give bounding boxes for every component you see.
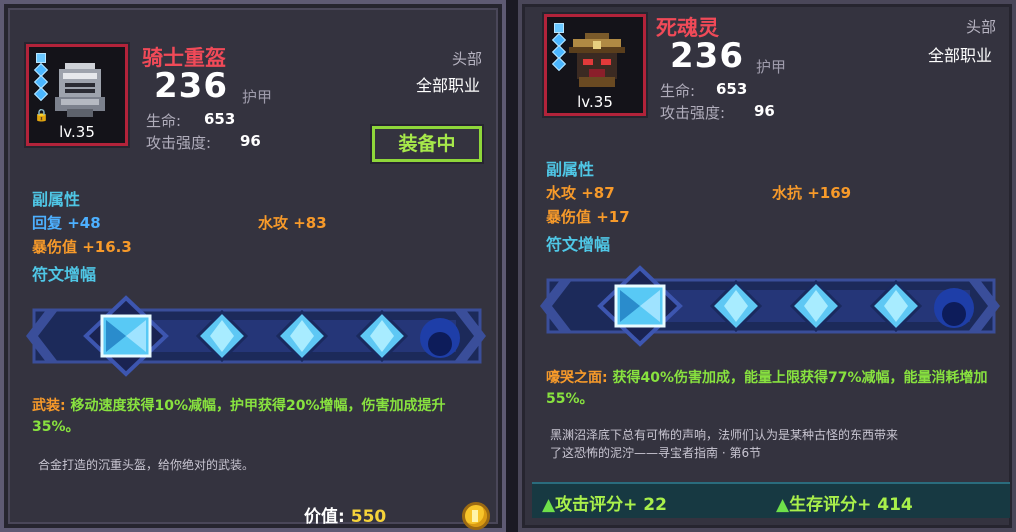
rune-track xyxy=(540,265,1000,347)
set-effect: 嚎哭之面: 获得40%伤害加成，能量上限获得77%减幅，能量消耗增加55%。 xyxy=(546,368,994,410)
rarity-gems-icon xyxy=(33,53,49,102)
set-effect: 武装: 移动速度获得10%减幅，护甲获得20%增幅，伤害加成提升35%。 xyxy=(32,396,480,438)
rune-empty-socket-icon xyxy=(934,288,974,328)
item-portrait[interactable]: lv.35 xyxy=(544,14,646,116)
set-effect-name: 武装: xyxy=(32,398,66,414)
item-lore: 合金打造的沉重头盔，给你绝对的武装。 xyxy=(38,458,255,472)
set-effect-name: 嚎哭之面: xyxy=(546,370,608,386)
sub-attr-crit-damage: 暴伤值 +17 xyxy=(546,208,630,226)
item-slot: 头部 xyxy=(452,50,483,68)
armor-value: 236 xyxy=(154,66,228,106)
rarity-gems-icon xyxy=(551,23,567,72)
value-amount: 550 xyxy=(350,507,387,527)
sub-attr-water-attack: 水攻 +87 xyxy=(546,184,615,202)
left-item-card: 🔒 lv.35 骑士重盔 236 护甲 头部 全部职业 生命: 653 攻击强度… xyxy=(0,0,506,532)
survival-score-text: 生存评分+ 414 xyxy=(789,495,913,515)
equipped-badge[interactable]: 装备中 xyxy=(372,126,482,162)
item-level: lv.35 xyxy=(59,123,95,141)
rune-empty-socket-icon xyxy=(420,318,460,358)
set-effect-text: 移动速度获得10%减幅，护甲获得20%增幅，伤害加成提升35%。 xyxy=(32,398,446,435)
stat-attack-value: 96 xyxy=(240,132,261,150)
stat-attack-label: 攻击强度: xyxy=(146,134,212,152)
stat-hp-value: 653 xyxy=(716,80,748,98)
knight-helmet-icon xyxy=(55,63,105,117)
armor-value: 236 xyxy=(670,36,744,76)
item-lore-line-2: 了这恐怖的泥泞——寻宝者指南 · 第6节 xyxy=(550,446,762,460)
item-lore-line-1: 黑渊沼泽底下总有可怖的声响，法师们认为是某种古怪的东西带来 xyxy=(550,428,899,442)
item-value: 价值: 550 xyxy=(304,502,386,527)
stat-hp-label: 生命: xyxy=(146,112,182,130)
sub-attr-water-attack: 水攻 +83 xyxy=(258,214,327,232)
sub-attr-crit-damage: 暴伤值 +16.3 xyxy=(32,238,132,256)
score-comparison-bar: ▲攻击评分+ 22 ▲生存评分+ 414 xyxy=(532,482,1010,518)
coin-icon xyxy=(462,502,490,530)
armor-label: 护甲 xyxy=(242,88,273,106)
stat-hp-label: 生命: xyxy=(660,82,696,100)
value-label: 价值: xyxy=(304,507,345,527)
sub-attr-title: 副属性 xyxy=(32,190,81,209)
sub-attr-water-resist: 水抗 +169 xyxy=(772,184,852,202)
item-job: 全部职业 xyxy=(416,76,481,95)
attack-score-text: 攻击评分+ 22 xyxy=(555,495,667,515)
armor-label: 护甲 xyxy=(756,58,787,76)
stat-attack-label: 攻击强度: xyxy=(660,104,726,122)
item-job: 全部职业 xyxy=(928,46,993,65)
rune-title: 符文增幅 xyxy=(32,265,97,284)
right-item-card: lv.35 死魂灵 236 护甲 头部 全部职业 生命: 653 攻击强度: 9… xyxy=(518,0,1016,532)
sub-attr-regen: 回复 +48 xyxy=(32,214,101,232)
stat-hp-value: 653 xyxy=(204,110,236,128)
item-portrait[interactable]: 🔒 lv.35 xyxy=(26,44,128,146)
rune-title: 符文增幅 xyxy=(546,235,611,254)
lock-icon: 🔒 xyxy=(34,108,49,122)
item-level: lv.35 xyxy=(577,93,613,111)
rune-track xyxy=(26,295,486,377)
set-effect-text: 获得40%伤害加成，能量上限获得77%减幅，能量消耗增加55%。 xyxy=(546,370,988,407)
up-arrow-icon: ▲ xyxy=(776,495,790,515)
attack-score: ▲攻击评分+ 22 xyxy=(542,490,667,515)
survival-score: ▲生存评分+ 414 xyxy=(776,490,913,515)
up-arrow-icon: ▲ xyxy=(542,495,556,515)
item-slot: 头部 xyxy=(966,18,997,36)
stat-attack-value: 96 xyxy=(754,102,775,120)
death-soul-helmet-icon xyxy=(569,33,625,87)
sub-attr-title: 副属性 xyxy=(546,160,595,179)
